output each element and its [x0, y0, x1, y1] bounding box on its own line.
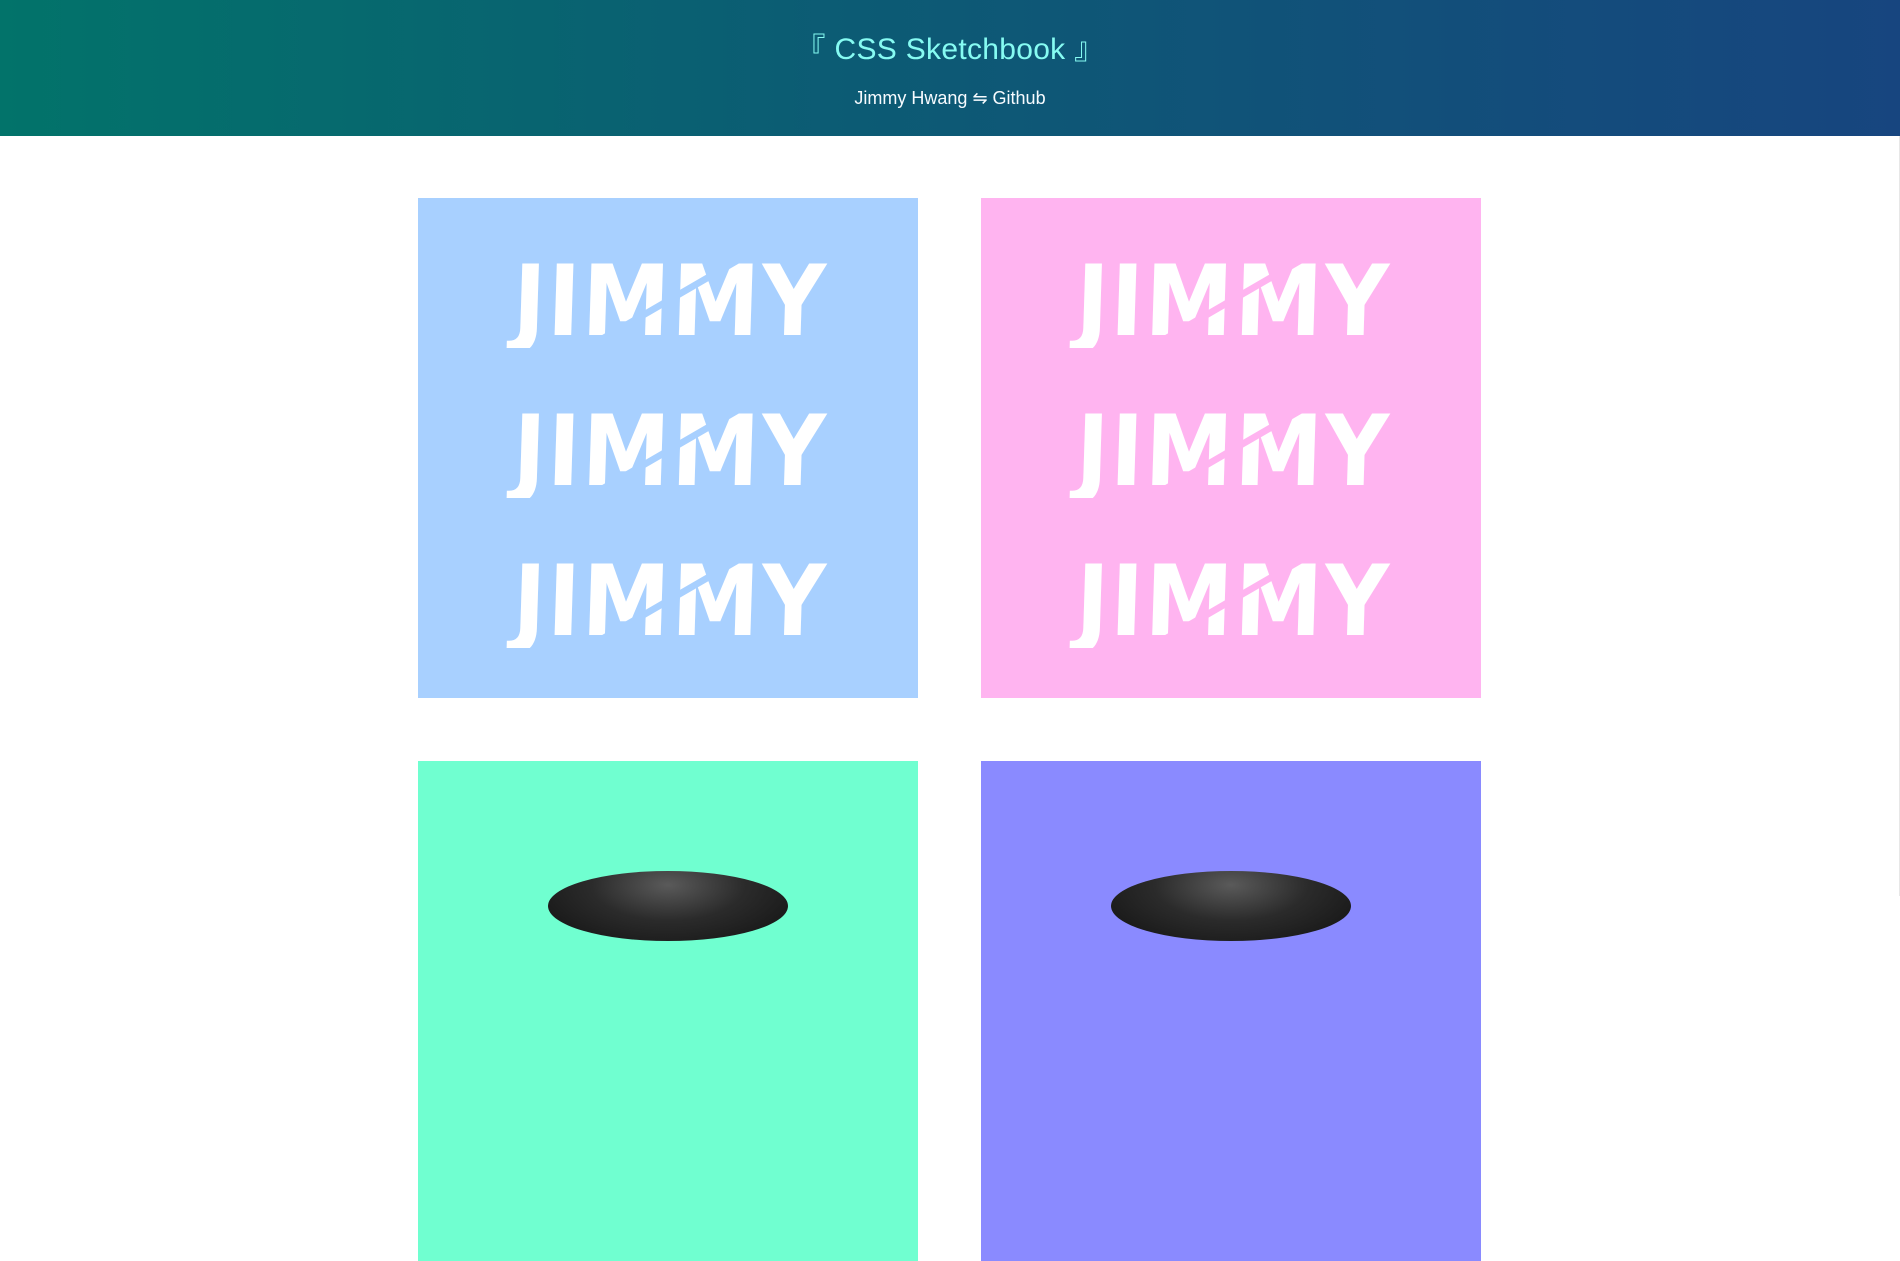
jimmy-word-row-2: JIMMY	[1051, 406, 1415, 498]
author-name[interactable]: Jimmy Hwang	[854, 88, 967, 108]
sketch-tile-jimmy-blue[interactable]: JIMMY JIMMY JIMMY	[418, 198, 918, 698]
title-open-bracket: 『	[795, 33, 826, 66]
page-title: 『 CSS Sketchbook 』	[0, 30, 1900, 70]
jimmy-word-row-3: JIMMY	[1051, 556, 1415, 648]
author-line: Jimmy Hwang ⇋ Github	[0, 86, 1900, 110]
sketch-tile-disc-violet[interactable]	[981, 761, 1481, 1261]
exchange-icon: ⇋	[972, 88, 988, 108]
jimmy-word-row-2: JIMMY	[488, 406, 852, 498]
dark-disc-shape	[548, 871, 788, 941]
title-text: CSS Sketchbook	[834, 33, 1066, 66]
dark-disc-shape	[1111, 871, 1351, 941]
github-link[interactable]: Github	[993, 88, 1046, 108]
title-close-bracket: 』	[1074, 33, 1105, 66]
page-header: 『 CSS Sketchbook 』 Jimmy Hwang ⇋ Github	[0, 0, 1900, 136]
sketch-tile-disc-mint[interactable]	[418, 761, 918, 1261]
jimmy-word-row-1: JIMMY	[488, 256, 852, 348]
jimmy-word-row-1: JIMMY	[1051, 256, 1415, 348]
sketch-tile-jimmy-pink[interactable]: JIMMY JIMMY JIMMY	[981, 198, 1481, 698]
jimmy-word-row-3: JIMMY	[488, 556, 852, 648]
